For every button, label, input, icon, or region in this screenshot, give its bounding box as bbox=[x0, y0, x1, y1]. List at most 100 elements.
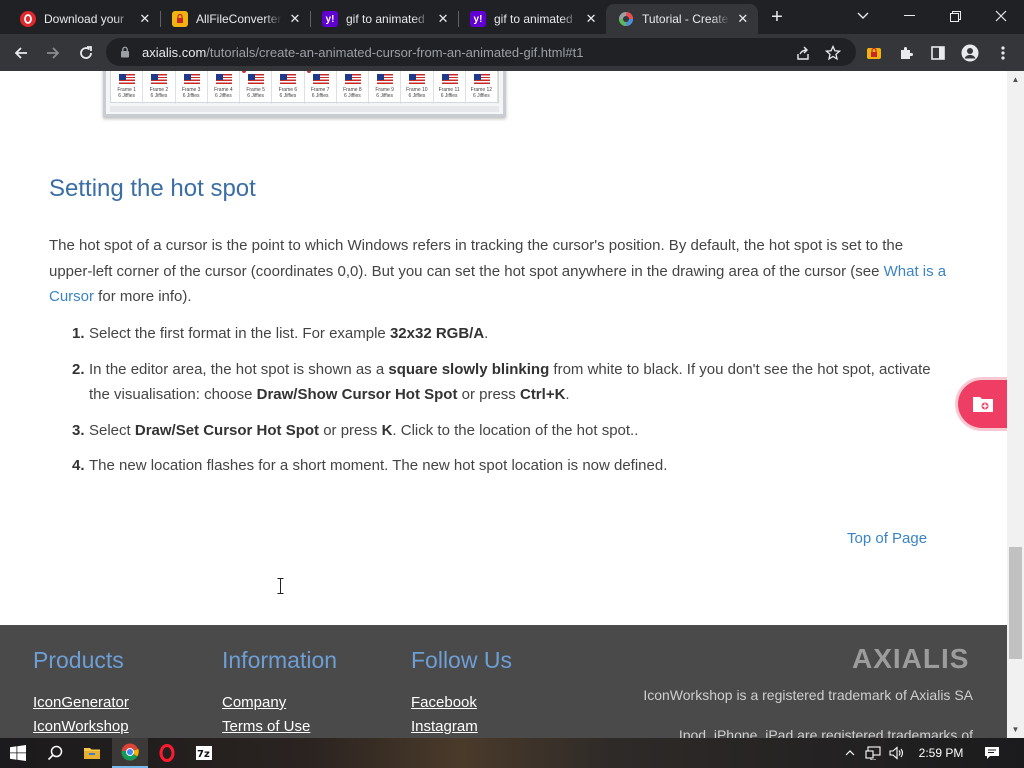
frame-duration: 6 Jiffies bbox=[472, 93, 490, 99]
clock-time[interactable]: 2:59 PM bbox=[912, 738, 970, 768]
extension-allfileconverter-icon[interactable] bbox=[861, 40, 887, 66]
frame-thumbnail: Frame 76 Jiffies bbox=[305, 71, 337, 104]
footer-link-facebook[interactable]: Facebook bbox=[411, 694, 477, 711]
folder-icon bbox=[972, 397, 993, 412]
scroll-up-arrow-icon[interactable]: ▲ bbox=[1007, 71, 1024, 88]
frame-thumbnail: Frame 26 Jiffies bbox=[143, 71, 176, 104]
step-bold: K bbox=[381, 421, 393, 439]
lock-icon[interactable] bbox=[118, 45, 132, 59]
step-text: . bbox=[484, 325, 489, 342]
url-host: axialis.com bbox=[142, 44, 207, 60]
step-number: 2. bbox=[72, 360, 85, 378]
folder-icon bbox=[84, 748, 100, 759]
step-bold: Draw/Set Cursor Hot Spot bbox=[134, 421, 320, 439]
tab-title: Download your bbox=[44, 12, 125, 26]
close-tab-icon[interactable]: ✕ bbox=[138, 11, 152, 27]
back-button[interactable] bbox=[8, 40, 34, 66]
lock-folder-icon bbox=[172, 11, 188, 27]
footer-link-company[interactable]: Company bbox=[222, 694, 286, 711]
extensions-puzzle-icon[interactable] bbox=[893, 40, 919, 66]
axialis-logo[interactable]: AXIALIS bbox=[852, 643, 969, 675]
step-number: 3. bbox=[72, 421, 85, 439]
us-flag-icon bbox=[441, 74, 458, 84]
step-bold: Ctrl+K bbox=[519, 386, 566, 403]
windows-taskbar: 7z 2:59 PM bbox=[0, 738, 1024, 768]
close-tab-icon[interactable]: ✕ bbox=[584, 11, 598, 27]
yahoo-icon: y! bbox=[322, 11, 338, 27]
share-icon[interactable] bbox=[790, 40, 816, 66]
step-bold: square slowly blinking bbox=[388, 360, 550, 378]
chrome-taskbar-button[interactable] bbox=[112, 738, 148, 768]
footer-products-heading: Products bbox=[33, 647, 124, 673]
step-number: 4. bbox=[72, 457, 85, 474]
axialis-icon bbox=[618, 11, 634, 27]
tab-title: gif to animated bbox=[346, 12, 425, 26]
step-item: 4. The new location flashes for a short m… bbox=[72, 453, 942, 479]
tab-gif-to-animated-2[interactable]: y! gif to animated ✕ bbox=[458, 4, 606, 34]
site-footer: Products IconGenerator IconWorkshop Info… bbox=[0, 625, 1007, 738]
floating-feedback-button[interactable] bbox=[955, 377, 1007, 431]
start-button[interactable] bbox=[0, 738, 36, 768]
opera-taskbar-button[interactable] bbox=[149, 738, 185, 768]
footer-link-terms-of-use[interactable]: Terms of Use bbox=[222, 718, 310, 735]
show-hidden-icons-chevron-icon[interactable] bbox=[840, 738, 860, 768]
restore-button[interactable] bbox=[932, 0, 978, 32]
new-tab-button[interactable]: + bbox=[766, 6, 788, 28]
bookmark-star-icon[interactable] bbox=[820, 40, 846, 66]
section-heading: Setting the hot spot bbox=[49, 175, 256, 202]
step-item: 1. Select the first format in the list. F… bbox=[72, 321, 942, 347]
frame-duration: 6 Jiffies bbox=[376, 93, 394, 99]
tab-download[interactable]: Download your ✕ bbox=[8, 4, 160, 34]
close-tab-icon[interactable]: ✕ bbox=[436, 11, 450, 27]
tab-title: AllFileConverter bbox=[196, 12, 282, 26]
us-flag-icon bbox=[409, 74, 426, 84]
action-center-icon[interactable] bbox=[978, 738, 1006, 768]
top-of-page-link[interactable]: Top of Page bbox=[847, 530, 927, 547]
frame-thumbnail: Frame 56 Jiffies bbox=[240, 71, 273, 104]
network-icon[interactable] bbox=[863, 738, 883, 768]
close-tab-icon[interactable]: ✕ bbox=[288, 11, 302, 27]
search-button[interactable] bbox=[37, 738, 73, 768]
footer-information-heading: Information bbox=[222, 647, 338, 673]
page-scrollbar[interactable]: ▲ ▼ bbox=[1007, 71, 1024, 738]
us-flag-icon bbox=[215, 74, 232, 84]
frames-screenshot: Frame 16 Jiffies Frame 26 Jiffies Frame 36… bbox=[103, 71, 506, 117]
footer-link-iconworkshop[interactable]: IconWorkshop bbox=[33, 718, 129, 735]
footer-follow-heading: Follow Us bbox=[411, 647, 512, 673]
scroll-down-arrow-icon[interactable]: ▼ bbox=[1007, 721, 1024, 738]
forward-button[interactable] bbox=[40, 40, 66, 66]
file-explorer-button[interactable] bbox=[74, 738, 110, 768]
frame-thumbnail: Frame 10 6 Jiffies bbox=[401, 71, 434, 104]
url-text[interactable]: axialis.com/tutorials/create-an-animated… bbox=[142, 45, 583, 60]
reload-button[interactable] bbox=[73, 40, 99, 66]
volume-icon[interactable] bbox=[887, 738, 907, 768]
minimize-button[interactable] bbox=[886, 0, 932, 32]
frame-label: Frame 66 Jiffies bbox=[272, 87, 303, 99]
frame-label: Frame 36 Jiffies bbox=[176, 87, 207, 99]
step-item: 3. Select Draw/Set Cursor Hot Spot or pre… bbox=[72, 418, 942, 444]
close-tab-icon[interactable]: ✕ bbox=[736, 11, 750, 27]
footer-link-instagram[interactable]: Instagram bbox=[411, 718, 478, 735]
tab-tutorial-create[interactable]: Tutorial - Create ✕ bbox=[606, 4, 758, 34]
frame-duration: 6 Jiffies bbox=[279, 93, 297, 99]
seven-zip-taskbar-button[interactable]: 7z bbox=[186, 738, 222, 768]
intro-text: for more info). bbox=[94, 288, 192, 305]
browser-toolbar: axialis.com/tutorials/create-an-animated… bbox=[0, 34, 1024, 71]
frame-label: Frame 16 Jiffies bbox=[111, 87, 142, 99]
scrollbar-thumb[interactable] bbox=[1009, 547, 1022, 659]
tab-gif-to-animated-1[interactable]: y! gif to animated ✕ bbox=[310, 4, 458, 34]
profile-avatar-icon[interactable] bbox=[957, 40, 983, 66]
frame-duration: 6 Jiffies bbox=[440, 93, 458, 99]
close-window-button[interactable] bbox=[978, 0, 1024, 32]
address-bar[interactable]: axialis.com/tutorials/create-an-animated… bbox=[106, 38, 856, 66]
svg-text:7z: 7z bbox=[197, 749, 210, 760]
side-panel-icon[interactable] bbox=[925, 40, 951, 66]
tab-title: Tutorial - Create bbox=[642, 12, 729, 26]
tab-search-button[interactable] bbox=[840, 0, 886, 32]
footer-link-icongenerator[interactable]: IconGenerator bbox=[33, 694, 129, 711]
step-text: Select bbox=[89, 421, 135, 439]
menu-kebab-icon[interactable] bbox=[990, 40, 1016, 66]
tab-allfileconverter[interactable]: AllFileConverter ✕ bbox=[160, 4, 310, 34]
frame-duration: 6 Jiffies bbox=[311, 93, 329, 99]
step-text: . Click to the location of the hot spot.… bbox=[392, 421, 639, 439]
